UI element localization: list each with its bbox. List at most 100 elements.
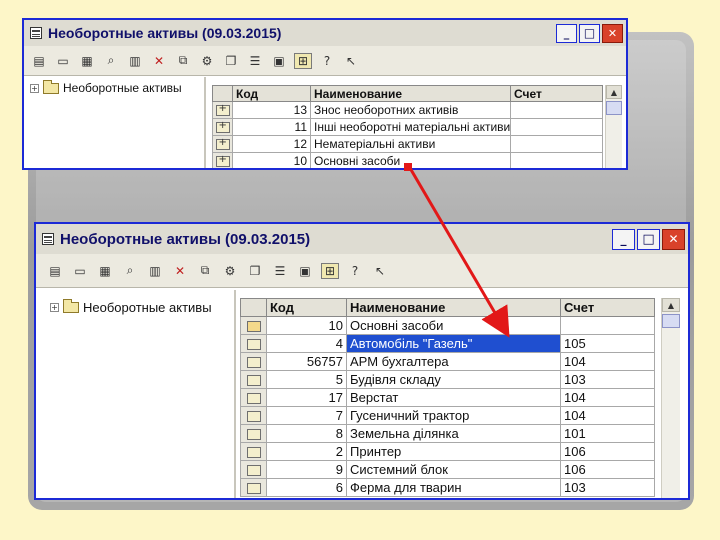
minimize-button[interactable]: _ <box>556 23 577 43</box>
column-header-name[interactable]: Наименование <box>346 298 561 317</box>
filter-icon[interactable]: ⚙ <box>198 53 216 69</box>
edit-icon[interactable]: ▥ <box>126 53 144 69</box>
top-body: + Необоротные активы Код Наименование Сч… <box>24 77 626 168</box>
group-icon <box>215 154 230 168</box>
minimize-button[interactable]: _ <box>612 228 635 250</box>
bottom-toolbar: ▤ ▭ ▦ ⌕ ▥ ✕ ⧉ ⚙ ❐ ☰ ▣ ⊞ ? ↖ <box>36 254 688 288</box>
column-header-account[interactable]: Счет <box>560 298 655 317</box>
add-folder-icon[interactable]: ▭ <box>71 263 89 279</box>
cell-code: 2 <box>266 442 347 461</box>
cell-name: Нематеріальні активи <box>310 135 511 153</box>
table-row[interactable]: 6 Ферма для тварин 103 <box>240 478 655 497</box>
cell-code: 8 <box>266 424 347 443</box>
cell-account: 103 <box>560 478 655 497</box>
bottom-title-bar[interactable]: Необоротные активы (09.03.2015) _ □ ✕ <box>36 224 688 254</box>
table-row[interactable]: 56757 АРМ бухгалтера 104 <box>240 352 655 371</box>
cell-account: 106 <box>560 442 655 461</box>
column-header-code[interactable]: Код <box>232 85 311 102</box>
add-row-icon[interactable]: ▤ <box>46 263 64 279</box>
top-window: Необоротные активы (09.03.2015) _ □ ✕ ▤ … <box>22 18 628 170</box>
find-icon[interactable]: ⌕ <box>121 263 139 279</box>
cell-code: 6 <box>266 478 347 497</box>
table-row[interactable]: 5 Будівля складу 103 <box>240 370 655 389</box>
column-header-account[interactable]: Счет <box>510 85 603 102</box>
context-help-icon[interactable]: ↖ <box>342 53 360 69</box>
cell-account <box>510 118 603 136</box>
table-row[interactable]: 8 Земельна ділянка 101 <box>240 424 655 443</box>
scroll-thumb[interactable] <box>606 101 622 115</box>
context-help-icon[interactable]: ↖ <box>371 263 389 279</box>
edit-icon[interactable]: ▥ <box>146 263 164 279</box>
scroll-up-icon[interactable]: ▲ <box>606 85 622 99</box>
copy-icon[interactable]: ▦ <box>78 53 96 69</box>
top-title-bar[interactable]: Необоротные активы (09.03.2015) _ □ ✕ <box>24 20 626 46</box>
item-icon <box>246 393 261 405</box>
paste-icon[interactable]: ▣ <box>296 263 314 279</box>
cell-code: 9 <box>266 460 347 479</box>
maximize-button[interactable]: □ <box>637 228 660 250</box>
copy-doc-icon[interactable]: ❐ <box>222 53 240 69</box>
bottom-scrollbar[interactable]: ▲ <box>661 298 680 498</box>
delete-icon[interactable]: ✕ <box>171 263 189 279</box>
cell-name: Знос необоротних активів <box>310 101 511 119</box>
copy-doc-icon[interactable]: ❐ <box>246 263 264 279</box>
expand-icon[interactable]: + <box>50 303 59 312</box>
cell-account <box>510 101 603 119</box>
group-icon <box>215 103 230 117</box>
cell-code: 13 <box>232 101 311 119</box>
item-icon <box>246 375 261 387</box>
scroll-thumb[interactable] <box>662 314 680 328</box>
close-button[interactable]: ✕ <box>662 228 685 250</box>
cell-code: 56757 <box>266 352 347 371</box>
table-row[interactable]: 10 Основні засоби <box>212 152 603 168</box>
cell-code: 12 <box>232 135 311 153</box>
bottom-body: + Необоротные активы Код Наименование Сч… <box>36 290 688 498</box>
tree-toggle-icon[interactable]: ⊞ <box>294 52 312 69</box>
bottom-grid: Код Наименование Счет 10 Основні засоби … <box>240 298 655 497</box>
column-header-code[interactable]: Код <box>266 298 347 317</box>
table-row-selected[interactable]: 4 Автомобіль "Газель" 105 <box>240 334 655 353</box>
column-header-name[interactable]: Наименование <box>310 85 511 102</box>
open-folder-icon <box>246 321 261 333</box>
tree-root-item[interactable]: + Необоротные активы <box>50 299 212 315</box>
move-icon[interactable]: ⧉ <box>174 53 192 69</box>
table-row[interactable]: 2 Принтер 106 <box>240 442 655 461</box>
pane-divider[interactable] <box>204 77 206 168</box>
table-row[interactable]: 12 Нематеріальні активи <box>212 135 603 153</box>
add-row-icon[interactable]: ▤ <box>30 53 48 69</box>
find-icon[interactable]: ⌕ <box>102 53 120 69</box>
table-row[interactable]: 9 Системний блок 106 <box>240 460 655 479</box>
tree-root-item[interactable]: + Необоротные активы <box>30 79 182 95</box>
group-icon <box>215 120 230 134</box>
tree-toggle-icon[interactable]: ⊞ <box>321 262 339 279</box>
cell-name: Верстат <box>346 388 561 407</box>
help-icon[interactable]: ? <box>346 263 364 279</box>
table-row[interactable]: 7 Гусеничний трактор 104 <box>240 406 655 425</box>
close-button[interactable]: ✕ <box>602 23 623 43</box>
paste-icon[interactable]: ▣ <box>270 53 288 69</box>
filter-icon[interactable]: ⚙ <box>221 263 239 279</box>
move-icon[interactable]: ⧉ <box>196 263 214 279</box>
expand-icon[interactable]: + <box>30 83 39 93</box>
maximize-button[interactable]: □ <box>579 23 600 43</box>
delete-icon[interactable]: ✕ <box>150 53 168 69</box>
bottom-window-title: Необоротные активы (09.03.2015) <box>60 230 311 248</box>
top-grid: Код Наименование Счет 13 Знос необоротни… <box>212 85 603 168</box>
table-row[interactable]: 13 Знос необоротних активів <box>212 101 603 119</box>
copy-icon[interactable]: ▦ <box>96 263 114 279</box>
cell-code: 17 <box>266 388 347 407</box>
table-row[interactable]: 10 Основні засоби <box>240 316 655 335</box>
top-scrollbar[interactable]: ▲ <box>605 85 622 168</box>
scroll-up-icon[interactable]: ▲ <box>662 298 680 312</box>
cell-code: 4 <box>266 334 347 353</box>
top-toolbar: ▤ ▭ ▦ ⌕ ▥ ✕ ⧉ ⚙ ❐ ☰ ▣ ⊞ ? ↖ <box>24 46 626 76</box>
pane-divider[interactable] <box>234 290 236 498</box>
table-row[interactable]: 11 Інші необоротні матеріальні активи <box>212 118 603 136</box>
table-row[interactable]: 17 Верстат 104 <box>240 388 655 407</box>
cell-name: Основні засоби <box>346 316 561 335</box>
list-icon[interactable]: ☰ <box>271 263 289 279</box>
list-icon[interactable]: ☰ <box>246 53 264 69</box>
add-folder-icon[interactable]: ▭ <box>54 53 72 69</box>
help-icon[interactable]: ? <box>318 53 336 69</box>
item-icon <box>246 339 261 351</box>
